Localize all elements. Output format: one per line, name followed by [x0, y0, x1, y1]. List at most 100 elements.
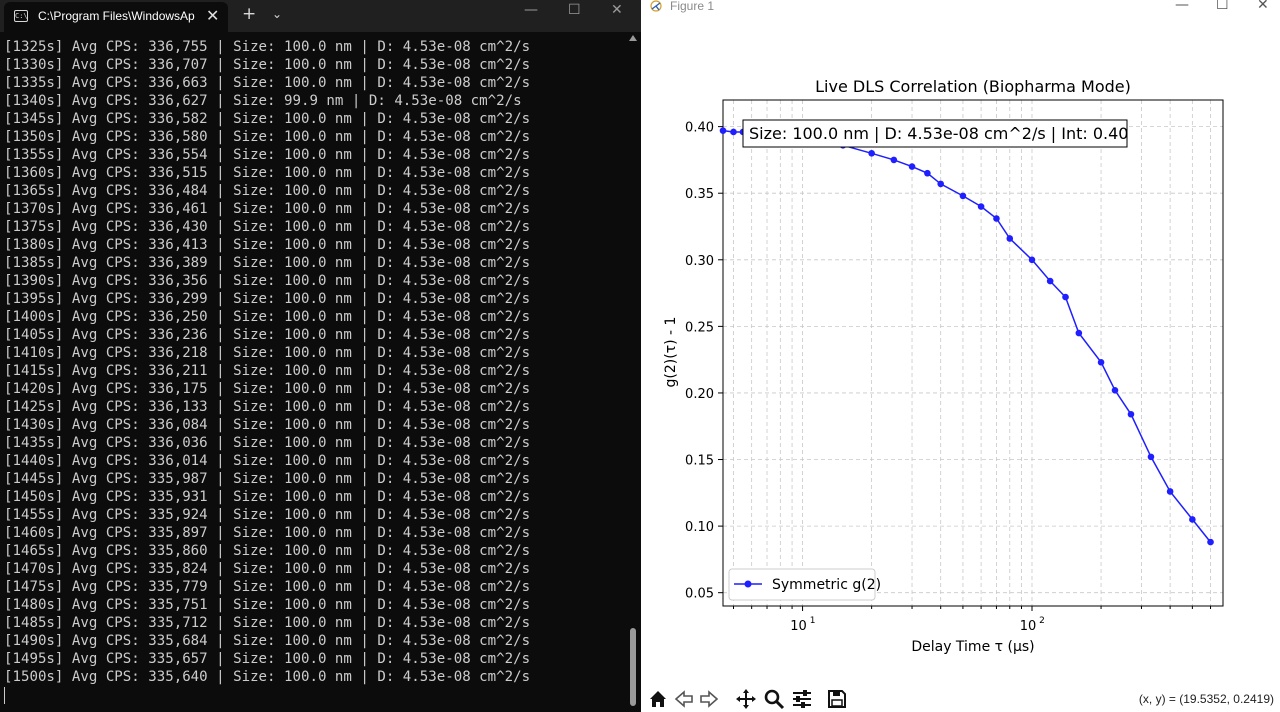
terminal-line: [1435s] Avg CPS: 336,036 | Size: 100.0 n…	[4, 435, 531, 451]
terminal-line: [1360s] Avg CPS: 336,515 | Size: 100.0 n…	[4, 165, 531, 181]
terminal-line: [1485s] Avg CPS: 335,712 | Size: 100.0 n…	[4, 615, 531, 631]
terminal-line: [1340s] Avg CPS: 336,627 | Size: 99.9 nm…	[4, 93, 522, 109]
data-point	[730, 128, 737, 136]
terminal-line: [1355s] Avg CPS: 336,554 | Size: 100.0 n…	[4, 147, 531, 163]
terminal-cursor	[4, 687, 5, 704]
terminal-line: [1465s] Avg CPS: 335,860 | Size: 100.0 n…	[4, 543, 531, 559]
plot-canvas[interactable]: 0.050.100.150.200.250.300.350.4010 1 10 2 L…	[641, 0, 1280, 684]
terminal-line: [1395s] Avg CPS: 336,299 | Size: 100.0 n…	[4, 291, 531, 307]
plot-axes-frame	[722, 99, 1224, 607]
zoom-icon[interactable]	[763, 688, 785, 710]
data-point	[719, 127, 727, 134]
y-tick-label: 0.10	[685, 520, 714, 535]
legend: Symmetric g(2)	[728, 568, 881, 601]
data-point	[977, 203, 985, 210]
terminal-scrollbar[interactable]	[627, 32, 639, 712]
x-tick-label: 10	[1020, 619, 1037, 634]
scroll-up-icon[interactable]	[629, 35, 637, 41]
data-point	[1097, 359, 1105, 366]
y-axis-label: g(2)(τ) - 1	[663, 317, 679, 388]
data-point	[1111, 386, 1119, 394]
figure-toolbar: (x, y) = (19.5352, 0.2419)	[641, 684, 1280, 712]
figure-window: Figure 1 — ☐ ✕ 0.05 0.10 0.15 0.20 0.25 0.30 0…	[641, 0, 1280, 712]
terminal-line: [1495s] Avg CPS: 335,657 | Size: 100.0 n…	[4, 651, 531, 667]
data-point	[1028, 256, 1036, 264]
terminal-line: [1415s] Avg CPS: 336,211 | Size: 100.0 n…	[4, 363, 531, 379]
chart-title: Live DLS Correlation (Biopharma Mode)	[815, 77, 1131, 96]
terminal-line: [1430s] Avg CPS: 336,084 | Size: 100.0 n…	[4, 417, 531, 433]
data-point	[1075, 329, 1083, 337]
data-point	[1166, 488, 1174, 495]
terminal-line: [1405s] Avg CPS: 336,236 | Size: 100.0 n…	[4, 327, 531, 343]
terminal-line: [1390s] Avg CPS: 336,356 | Size: 100.0 n…	[4, 273, 531, 289]
terminal-line: [1450s] Avg CPS: 335,931 | Size: 100.0 n…	[4, 489, 531, 505]
scrollbar-thumb[interactable]	[630, 628, 636, 706]
y-tick-label: 0.30	[685, 254, 714, 269]
data-point	[1189, 516, 1196, 523]
y-tick-label: 0.35	[685, 187, 714, 202]
y-tick-label: 0.15	[685, 454, 714, 469]
new-tab-button[interactable]: +	[242, 4, 256, 24]
data-point	[868, 149, 875, 157]
terminal-icon: C:\	[14, 10, 28, 22]
data-point	[993, 215, 1000, 222]
terminal-line: [1385s] Avg CPS: 336,389 | Size: 100.0 n…	[4, 255, 531, 271]
y-tick-label: 0.20	[685, 387, 714, 402]
data-point	[1046, 277, 1054, 285]
x-axis-label: Delay Time τ (μs)	[911, 639, 1034, 655]
terminal-line: [1420s] Avg CPS: 336,175 | Size: 100.0 n…	[4, 381, 531, 397]
close-button[interactable]: ✕	[611, 2, 623, 18]
home-icon[interactable]	[647, 688, 669, 710]
terminal-line: [1500s] Avg CPS: 335,640 | Size: 100.0 n…	[4, 669, 531, 685]
maximize-button[interactable]: ☐	[568, 2, 581, 18]
data-point	[1127, 410, 1135, 418]
pan-icon[interactable]	[735, 688, 757, 710]
terminal-tab[interactable]: C:\ C:\Program Files\WindowsAp ✕	[4, 2, 228, 32]
tab-title: C:\Program Files\WindowsAp	[38, 9, 195, 23]
data-point	[1006, 235, 1014, 242]
forward-icon[interactable]	[698, 688, 720, 710]
x-tick-label-exponent: 2	[1039, 616, 1045, 626]
terminal-line: [1325s] Avg CPS: 336,755 | Size: 100.0 n…	[4, 39, 531, 55]
terminal-line: [1375s] Avg CPS: 336,430 | Size: 100.0 n…	[4, 219, 531, 235]
y-tick-label: 0.05	[685, 587, 714, 602]
legend-label: Symmetric g(2)	[772, 577, 881, 593]
terminal-line: [1400s] Avg CPS: 336,250 | Size: 100.0 n…	[4, 309, 531, 325]
terminal-line: [1370s] Avg CPS: 336,461 | Size: 100.0 n…	[4, 201, 531, 217]
terminal-line: [1480s] Avg CPS: 335,751 | Size: 100.0 n…	[4, 597, 531, 613]
terminal-line: [1380s] Avg CPS: 336,413 | Size: 100.0 n…	[4, 237, 531, 253]
back-icon[interactable]	[673, 688, 695, 710]
save-icon[interactable]	[826, 688, 848, 710]
data-point	[890, 156, 898, 164]
cursor-coordinates: (x, y) = (19.5352, 0.2419)	[1138, 692, 1274, 706]
data-point	[908, 163, 916, 170]
terminal-titlebar: C:\ C:\Program Files\WindowsAp ✕ + ⌄ — ☐…	[0, 0, 641, 32]
terminal-line: [1365s] Avg CPS: 336,484 | Size: 100.0 n…	[4, 183, 531, 199]
configure-subplots-icon[interactable]	[791, 688, 813, 710]
data-point	[924, 169, 931, 177]
y-tick-label: 0.40	[685, 121, 714, 136]
x-tick-label: 10	[790, 619, 807, 634]
terminal-line: [1440s] Avg CPS: 336,014 | Size: 100.0 n…	[4, 453, 531, 469]
x-tick-label-exponent: 1	[810, 616, 816, 626]
terminal-window: C:\ C:\Program Files\WindowsAp ✕ + ⌄ — ☐…	[0, 0, 641, 712]
terminal-output[interactable]: [1325s] Avg CPS: 336,755 | Size: 100.0 n…	[4, 38, 624, 708]
data-point	[1147, 453, 1155, 461]
legend-marker	[744, 580, 752, 588]
terminal-line: [1335s] Avg CPS: 336,663 | Size: 100.0 n…	[4, 75, 531, 91]
data-point	[959, 192, 967, 200]
terminal-line: [1345s] Avg CPS: 336,582 | Size: 100.0 n…	[4, 111, 531, 127]
data-point	[937, 180, 944, 188]
terminal-line: [1455s] Avg CPS: 335,924 | Size: 100.0 n…	[4, 507, 531, 523]
data-point	[1207, 538, 1214, 546]
tab-dropdown-button[interactable]: ⌄	[272, 7, 282, 21]
terminal-line: [1490s] Avg CPS: 335,684 | Size: 100.0 n…	[4, 633, 531, 649]
terminal-line: [1425s] Avg CPS: 336,133 | Size: 100.0 n…	[4, 399, 531, 415]
terminal-line: [1350s] Avg CPS: 336,580 | Size: 100.0 n…	[4, 129, 531, 145]
minimize-button[interactable]: —	[524, 2, 538, 18]
terminal-line: [1460s] Avg CPS: 335,897 | Size: 100.0 n…	[4, 525, 531, 541]
data-point	[1062, 293, 1069, 301]
close-tab-icon[interactable]: ✕	[206, 6, 219, 25]
series-line	[722, 129, 1212, 543]
terminal-line: [1475s] Avg CPS: 335,779 | Size: 100.0 n…	[4, 579, 531, 595]
